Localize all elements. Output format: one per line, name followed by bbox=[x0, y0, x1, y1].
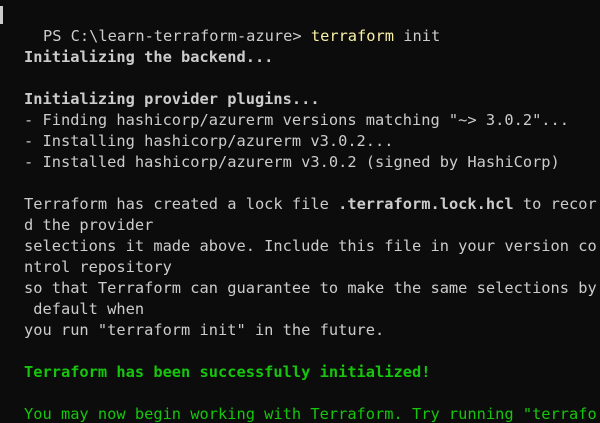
provider-plugins-heading: Initializing provider plugins... bbox=[24, 90, 320, 108]
lockfile-message-line-7: you run "terraform init" in the future. bbox=[24, 321, 385, 339]
lockfile-suffix-text: to recor bbox=[513, 195, 597, 213]
lockfile-message-line-3: selections it made above. Include this f… bbox=[24, 237, 597, 255]
command-text: terraform bbox=[310, 27, 394, 45]
backend-init-heading: Initializing the backend... bbox=[24, 48, 274, 66]
prompt-text: PS C:\learn-terraform-azure> bbox=[42, 27, 311, 45]
lockfile-message-line-4: ntrol repository bbox=[24, 258, 172, 276]
provider-installed-line: - Installed hashicorp/azurerm v3.0.2 (si… bbox=[24, 153, 560, 171]
lockfile-message-line-1: Terraform has created a lock file .terra… bbox=[24, 194, 597, 215]
success-message: Terraform has been successfully initiali… bbox=[24, 363, 431, 381]
command-args-text: init bbox=[394, 27, 441, 45]
terminal-left-edge-cursor bbox=[0, 6, 3, 24]
lockfile-message-line-2: d the provider bbox=[24, 216, 154, 234]
terminal-window[interactable]: PS C:\learn-terraform-azure> terraform i… bbox=[0, 0, 600, 423]
lockfile-message-line-6: default when bbox=[24, 300, 145, 318]
provider-installing-line: - Installing hashicorp/azurerm v3.0.2... bbox=[24, 132, 394, 150]
provider-finding-line: - Finding hashicorp/azurerm versions mat… bbox=[24, 111, 570, 129]
lockfile-message-line-5: so that Terraform can guarantee to make … bbox=[24, 279, 597, 297]
lockfile-prefix-text: Terraform has created a lock file bbox=[24, 195, 339, 213]
next-steps-message: You may now begin working with Terraform… bbox=[24, 405, 597, 423]
lockfile-name-text: .terraform.lock.hcl bbox=[338, 195, 514, 213]
